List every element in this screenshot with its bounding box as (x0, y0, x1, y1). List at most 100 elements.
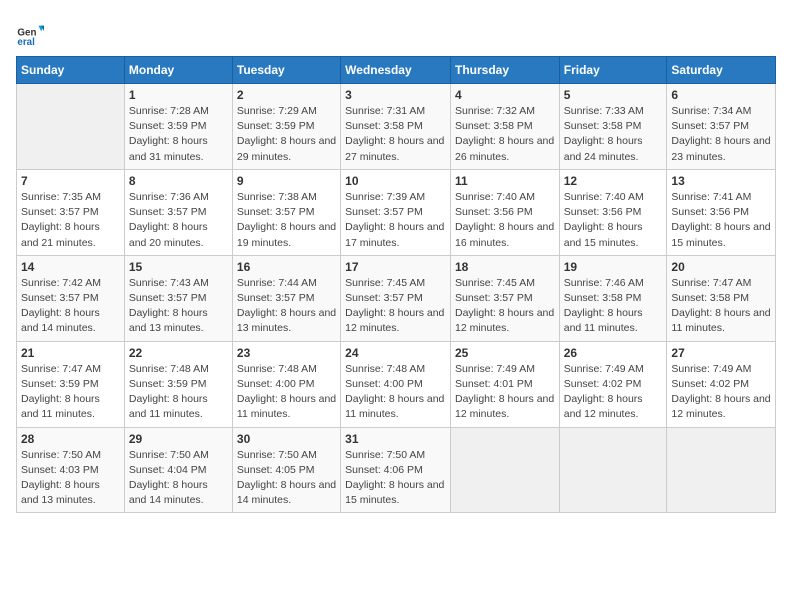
day-number: 28 (21, 432, 120, 446)
day-info: Sunrise: 7:48 AMSunset: 3:59 PMDaylight:… (129, 362, 228, 423)
day-number: 16 (237, 260, 336, 274)
day-number: 31 (345, 432, 446, 446)
day-number: 21 (21, 346, 120, 360)
day-number: 18 (455, 260, 555, 274)
day-cell: 8Sunrise: 7:36 AMSunset: 3:57 PMDaylight… (124, 169, 232, 255)
day-info: Sunrise: 7:48 AMSunset: 4:00 PMDaylight:… (237, 362, 336, 423)
day-cell: 1Sunrise: 7:28 AMSunset: 3:59 PMDaylight… (124, 84, 232, 170)
day-number: 4 (455, 88, 555, 102)
day-number: 13 (671, 174, 771, 188)
header-row: SundayMondayTuesdayWednesdayThursdayFrid… (17, 57, 776, 84)
day-info: Sunrise: 7:50 AMSunset: 4:03 PMDaylight:… (21, 448, 120, 509)
day-number: 20 (671, 260, 771, 274)
day-info: Sunrise: 7:50 AMSunset: 4:04 PMDaylight:… (129, 448, 228, 509)
day-info: Sunrise: 7:45 AMSunset: 3:57 PMDaylight:… (345, 276, 446, 337)
day-cell: 3 Sunrise: 7:31 AMSunset: 3:58 PMDaylight… (341, 84, 451, 170)
day-info: Sunrise: 7:35 AMSunset: 3:57 PMDaylight:… (21, 190, 120, 251)
day-cell: 13 Sunrise: 7:41 AMSunset: 3:56 PMDayligh… (667, 169, 776, 255)
day-cell: 15 Sunrise: 7:43 AMSunset: 3:57 PMDayligh… (124, 255, 232, 341)
day-info: Sunrise: 7:42 AMSunset: 3:57 PMDaylight:… (21, 276, 120, 337)
day-cell: 19 Sunrise: 7:46 AMSunset: 3:58 PMDayligh… (559, 255, 667, 341)
day-info: Sunrise: 7:44 AMSunset: 3:57 PMDaylight:… (237, 276, 336, 337)
day-info: Sunrise: 7:43 AMSunset: 3:57 PMDaylight:… (129, 276, 228, 337)
col-header-sunday: Sunday (17, 57, 125, 84)
day-number: 25 (455, 346, 555, 360)
day-number: 8 (129, 174, 228, 188)
day-info: Sunrise: 7:31 AMSunset: 3:58 PMDaylight:… (345, 104, 446, 165)
day-info: Sunrise: 7:45 AMSunset: 3:57 PMDaylight:… (455, 276, 555, 337)
day-cell: 17 Sunrise: 7:45 AMSunset: 3:57 PMDayligh… (341, 255, 451, 341)
day-info: Sunrise: 7:41 AMSunset: 3:56 PMDaylight:… (671, 190, 771, 251)
calendar-table: SundayMondayTuesdayWednesdayThursdayFrid… (16, 56, 776, 513)
week-row: 14 Sunrise: 7:42 AMSunset: 3:57 PMDayligh… (17, 255, 776, 341)
day-info: Sunrise: 7:49 AMSunset: 4:01 PMDaylight:… (455, 362, 555, 423)
day-info: Sunrise: 7:32 AMSunset: 3:58 PMDaylight:… (455, 104, 555, 165)
day-cell: 5Sunrise: 7:33 AMSunset: 3:58 PMDaylight… (559, 84, 667, 170)
day-cell: 22 Sunrise: 7:48 AMSunset: 3:59 PMDayligh… (124, 341, 232, 427)
col-header-tuesday: Tuesday (232, 57, 340, 84)
logo: Gen eral (16, 20, 46, 48)
logo-icon: Gen eral (16, 20, 44, 48)
day-cell: 10 Sunrise: 7:39 AMSunset: 3:57 PMDayligh… (341, 169, 451, 255)
day-number: 10 (345, 174, 446, 188)
day-info: Sunrise: 7:49 AMSunset: 4:02 PMDaylight:… (564, 362, 663, 423)
day-number: 12 (564, 174, 663, 188)
day-number: 26 (564, 346, 663, 360)
day-info: Sunrise: 7:46 AMSunset: 3:58 PMDaylight:… (564, 276, 663, 337)
day-cell: 25 Sunrise: 7:49 AMSunset: 4:01 PMDayligh… (450, 341, 559, 427)
day-info: Sunrise: 7:40 AMSunset: 3:56 PMDaylight:… (564, 190, 663, 251)
day-cell: 30 Sunrise: 7:50 AMSunset: 4:05 PMDayligh… (232, 427, 340, 513)
day-cell (667, 427, 776, 513)
day-number: 30 (237, 432, 336, 446)
day-info: Sunrise: 7:50 AMSunset: 4:06 PMDaylight:… (345, 448, 446, 509)
day-cell: 20 Sunrise: 7:47 AMSunset: 3:58 PMDayligh… (667, 255, 776, 341)
week-row: 21 Sunrise: 7:47 AMSunset: 3:59 PMDayligh… (17, 341, 776, 427)
day-number: 14 (21, 260, 120, 274)
day-number: 17 (345, 260, 446, 274)
day-cell: 12 Sunrise: 7:40 AMSunset: 3:56 PMDayligh… (559, 169, 667, 255)
day-info: Sunrise: 7:34 AMSunset: 3:57 PMDaylight:… (671, 104, 771, 165)
week-row: 28 Sunrise: 7:50 AMSunset: 4:03 PMDayligh… (17, 427, 776, 513)
day-info: Sunrise: 7:40 AMSunset: 3:56 PMDaylight:… (455, 190, 555, 251)
day-cell (450, 427, 559, 513)
day-number: 15 (129, 260, 228, 274)
day-number: 7 (21, 174, 120, 188)
day-info: Sunrise: 7:47 AMSunset: 3:59 PMDaylight:… (21, 362, 120, 423)
day-info: Sunrise: 7:38 AMSunset: 3:57 PMDaylight:… (237, 190, 336, 251)
day-number: 19 (564, 260, 663, 274)
week-row: 1Sunrise: 7:28 AMSunset: 3:59 PMDaylight… (17, 84, 776, 170)
day-cell: 28 Sunrise: 7:50 AMSunset: 4:03 PMDayligh… (17, 427, 125, 513)
day-cell: 6 Sunrise: 7:34 AMSunset: 3:57 PMDaylight… (667, 84, 776, 170)
day-number: 22 (129, 346, 228, 360)
day-info: Sunrise: 7:49 AMSunset: 4:02 PMDaylight:… (671, 362, 771, 423)
day-number: 1 (129, 88, 228, 102)
day-cell (17, 84, 125, 170)
day-info: Sunrise: 7:50 AMSunset: 4:05 PMDaylight:… (237, 448, 336, 509)
day-cell (559, 427, 667, 513)
day-number: 27 (671, 346, 771, 360)
day-cell: 24Sunrise: 7:48 AMSunset: 4:00 PMDayligh… (341, 341, 451, 427)
day-cell: 14 Sunrise: 7:42 AMSunset: 3:57 PMDayligh… (17, 255, 125, 341)
day-cell: 26 Sunrise: 7:49 AMSunset: 4:02 PMDayligh… (559, 341, 667, 427)
week-row: 7 Sunrise: 7:35 AMSunset: 3:57 PMDaylight… (17, 169, 776, 255)
day-cell: 11 Sunrise: 7:40 AMSunset: 3:56 PMDayligh… (450, 169, 559, 255)
day-cell: 9Sunrise: 7:38 AMSunset: 3:57 PMDaylight… (232, 169, 340, 255)
col-header-friday: Friday (559, 57, 667, 84)
day-cell: 21 Sunrise: 7:47 AMSunset: 3:59 PMDayligh… (17, 341, 125, 427)
day-number: 11 (455, 174, 555, 188)
svg-text:eral: eral (17, 37, 35, 48)
col-header-wednesday: Wednesday (341, 57, 451, 84)
day-number: 23 (237, 346, 336, 360)
day-cell: 7 Sunrise: 7:35 AMSunset: 3:57 PMDaylight… (17, 169, 125, 255)
day-number: 3 (345, 88, 446, 102)
day-info: Sunrise: 7:47 AMSunset: 3:58 PMDaylight:… (671, 276, 771, 337)
col-header-monday: Monday (124, 57, 232, 84)
page-header: Gen eral (16, 16, 776, 48)
day-number: 6 (671, 88, 771, 102)
day-cell: 31 Sunrise: 7:50 AMSunset: 4:06 PMDayligh… (341, 427, 451, 513)
day-number: 29 (129, 432, 228, 446)
col-header-thursday: Thursday (450, 57, 559, 84)
day-info: Sunrise: 7:39 AMSunset: 3:57 PMDaylight:… (345, 190, 446, 251)
col-header-saturday: Saturday (667, 57, 776, 84)
day-number: 5 (564, 88, 663, 102)
